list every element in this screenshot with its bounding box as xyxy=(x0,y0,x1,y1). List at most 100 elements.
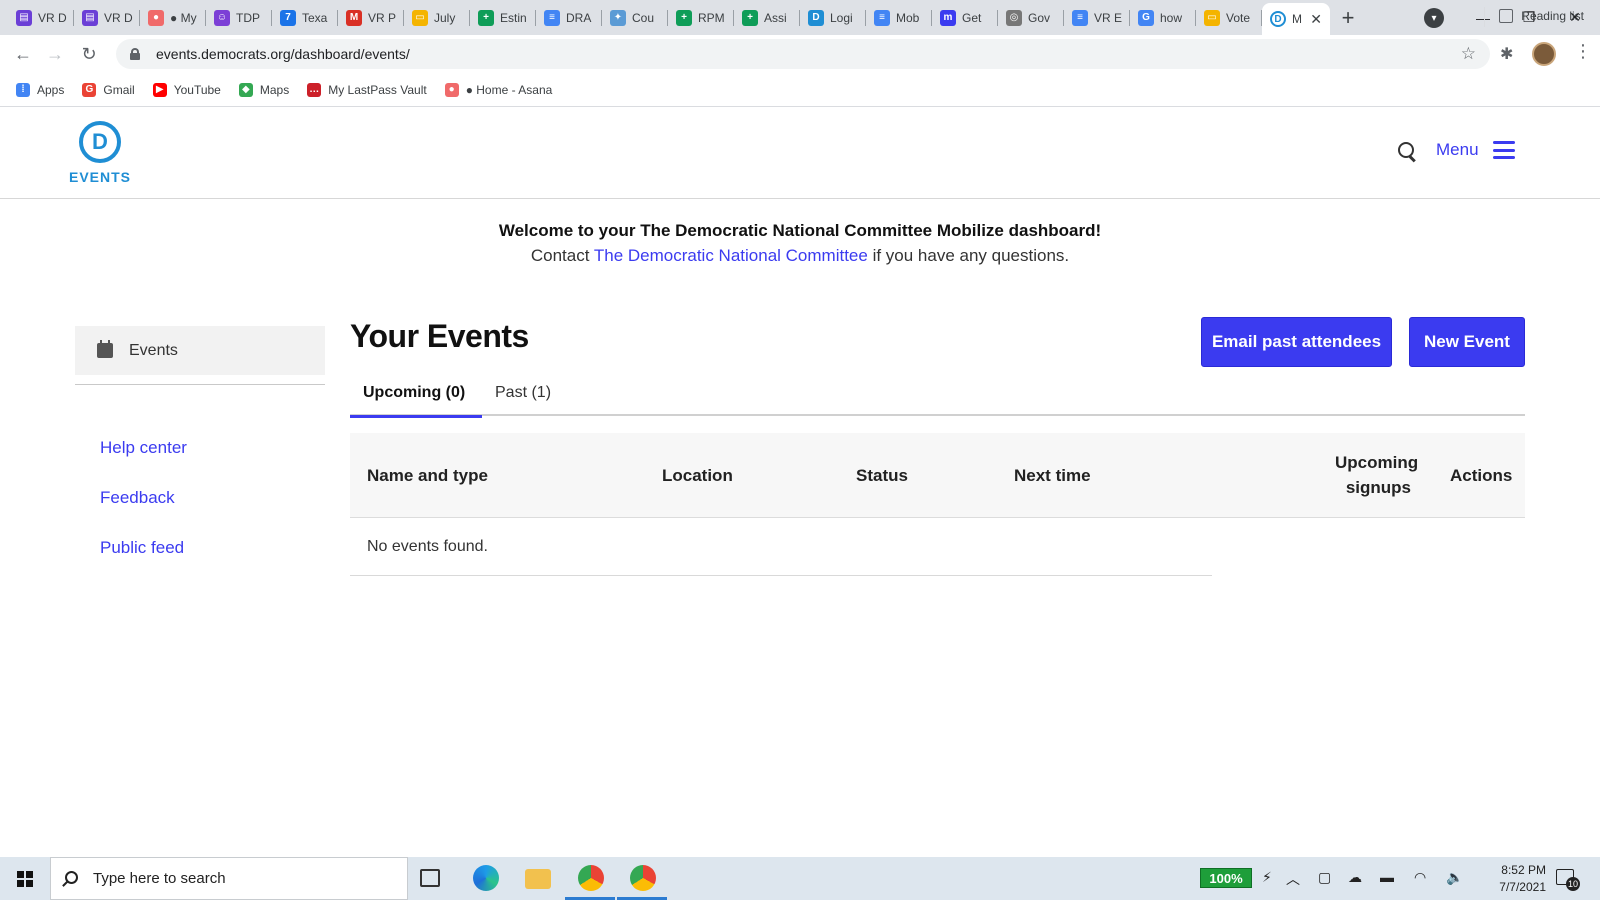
battery-icon[interactable]: ▬ xyxy=(1380,869,1394,885)
browser-tab[interactable]: ≡ Mob xyxy=(866,0,932,35)
bookmark-item[interactable]: … My LastPass Vault xyxy=(307,82,427,97)
bookmark-item[interactable]: G Gmail xyxy=(82,82,135,97)
browser-tab[interactable]: M VR P xyxy=(338,0,404,35)
browser-tab[interactable]: ◎ Gov xyxy=(998,0,1064,35)
sidebar-item-events[interactable]: Events xyxy=(75,326,325,375)
show-hidden-icons-icon[interactable]: ︿ xyxy=(1286,869,1300,889)
address-bar[interactable]: events.democrats.org/dashboard/events/ ☆ xyxy=(116,39,1490,69)
google-icon: G xyxy=(1138,9,1154,26)
column-name-type[interactable]: Name and type xyxy=(367,466,488,486)
browser-tab[interactable]: ≡ DRA xyxy=(536,0,602,35)
close-tab-icon[interactable]: ✕ xyxy=(1310,11,1322,28)
onedrive-icon[interactable]: ☁ xyxy=(1348,869,1362,886)
reading-list-button[interactable]: Reading list xyxy=(1499,9,1584,23)
lastpass-icon: … xyxy=(307,82,322,97)
column-actions: Actions xyxy=(1450,466,1513,485)
column-location[interactable]: Location xyxy=(662,466,733,486)
column-signups[interactable]: signups xyxy=(1335,478,1411,498)
tab-title: Estin xyxy=(500,10,527,25)
lock-icon[interactable] xyxy=(130,48,140,60)
browser-tab-active[interactable]: D M ✕ xyxy=(1262,3,1330,35)
bookmark-item[interactable]: ⁞ Apps xyxy=(16,82,65,97)
forward-icon[interactable]: → xyxy=(40,39,70,69)
tab-title: VR E xyxy=(1094,10,1123,25)
sheets-icon: + xyxy=(478,9,494,26)
browser-tab[interactable]: m Get xyxy=(932,0,998,35)
url-text: events.democrats.org/dashboard/events/ xyxy=(156,46,410,62)
browser-tab[interactable]: ≡ VR E xyxy=(1064,0,1130,35)
contact-suffix: if you have any questions. xyxy=(867,246,1070,265)
help-center-link[interactable]: Help center xyxy=(100,438,187,458)
browser-tab[interactable]: ▭ Vote xyxy=(1196,0,1262,35)
browser-tab[interactable]: ● ● My xyxy=(140,0,206,35)
public-feed-link[interactable]: Public feed xyxy=(100,538,184,558)
bookmark-item[interactable]: ▶ YouTube xyxy=(152,82,221,97)
system-clock[interactable]: 8:52 PM 7/7/2021 xyxy=(1466,862,1546,896)
browser-tab[interactable]: ▤ VR D xyxy=(8,0,74,35)
notification-count: 10 xyxy=(1566,877,1580,891)
bookmark-label: Gmail xyxy=(103,82,135,97)
profile-avatar[interactable] xyxy=(1532,42,1556,66)
m-icon: m xyxy=(940,9,956,26)
wifi-icon[interactable]: ◠ xyxy=(1414,869,1426,886)
bookmark-label: Maps xyxy=(259,82,290,97)
windows-start-icon[interactable] xyxy=(17,871,33,887)
tab-title: Mob xyxy=(896,10,920,25)
meet-icon[interactable]: ▢ xyxy=(1318,869,1331,886)
volume-icon[interactable]: 🔈 xyxy=(1446,869,1463,886)
sidebar-divider xyxy=(75,384,325,385)
chrome-icon[interactable] xyxy=(630,865,656,891)
browser-tab[interactable]: D Logi xyxy=(800,0,866,35)
bookmark-star-icon[interactable]: ☆ xyxy=(1461,44,1476,64)
browser-tab[interactable]: + Estin xyxy=(470,0,536,35)
bookmark-label: Apps xyxy=(37,82,65,97)
column-status[interactable]: Status xyxy=(856,466,908,486)
dnc-contact-link[interactable]: The Democratic National Committee xyxy=(594,246,868,265)
tab-upcoming[interactable]: Upcoming (0) xyxy=(350,384,482,418)
reload-icon[interactable]: ↻ xyxy=(74,39,104,69)
tab-search-icon[interactable]: ▾ xyxy=(1424,8,1444,28)
chrome-icon[interactable] xyxy=(578,865,604,891)
browser-tab[interactable]: Ghow xyxy=(1130,0,1196,35)
taskbar-search-input[interactable]: Type here to search xyxy=(50,857,408,900)
browser-tab[interactable]: ▤ VR D xyxy=(74,0,140,35)
back-icon[interactable]: ← xyxy=(8,39,38,69)
browser-tab[interactable]: ☺ TDP xyxy=(206,0,272,35)
events-logo[interactable]: D EVENTS xyxy=(66,121,134,185)
browser-tab[interactable]: 7 Texa xyxy=(272,0,338,35)
edge-icon[interactable] xyxy=(473,865,499,891)
task-view-icon[interactable] xyxy=(420,869,440,887)
browser-menu-icon[interactable]: ⋮ xyxy=(1574,41,1592,62)
apps-icon: ⁞ xyxy=(16,82,30,97)
browser-tab[interactable]: ▭ July xyxy=(404,0,470,35)
menu-label: Menu xyxy=(1436,140,1479,159)
feedback-link[interactable]: Feedback xyxy=(100,488,175,508)
tab-title: ● My xyxy=(170,10,197,25)
bookmark-item[interactable]: ● ● Home - Asana xyxy=(444,82,552,97)
tab-past[interactable]: Past (1) xyxy=(495,384,551,416)
new-event-button[interactable]: New Event xyxy=(1409,317,1525,367)
events-tabs: Upcoming (0) Past (1) xyxy=(350,376,1525,418)
battery-percent[interactable]: 100% xyxy=(1200,868,1252,888)
docs-icon: ≡ xyxy=(544,9,560,26)
menu-button[interactable]: Menu xyxy=(1436,140,1515,160)
extensions-icon[interactable]: ✱ xyxy=(1500,44,1513,64)
youtube-icon: ▶ xyxy=(152,82,167,97)
tab-title: VR D xyxy=(38,10,67,25)
column-upcoming[interactable]: Upcoming xyxy=(1335,453,1418,473)
browser-tab[interactable]: ✦ Cou xyxy=(602,0,668,35)
file-explorer-icon[interactable] xyxy=(525,869,551,889)
browser-tab[interactable]: + RPM xyxy=(668,0,734,35)
bookmark-item[interactable]: ◆ Maps xyxy=(238,82,290,97)
new-tab-icon[interactable]: + xyxy=(1330,0,1366,35)
bookmarks-divider xyxy=(1484,7,1485,27)
clock-time: 8:52 PM xyxy=(1501,863,1546,877)
column-next-time[interactable]: Next time xyxy=(1014,466,1091,486)
sidebar-item-label: Events xyxy=(129,341,178,359)
tab-title: Texa xyxy=(302,10,328,25)
browser-tab[interactable]: + Assi xyxy=(734,0,800,35)
email-past-attendees-button[interactable]: Email past attendees xyxy=(1201,317,1392,367)
search-icon[interactable] xyxy=(1398,142,1418,162)
table-row: No events found. xyxy=(350,518,1212,576)
form-icon: ▤ xyxy=(82,9,98,26)
